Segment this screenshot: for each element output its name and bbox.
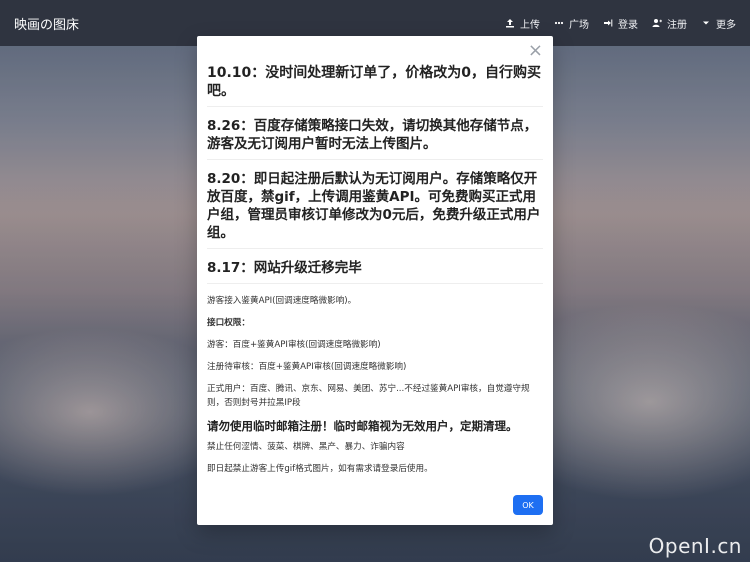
watermark-text: OpenI.cn [648,534,742,558]
caret-down-icon [701,18,711,28]
nav-square-label: 广场 [569,19,589,31]
nav-more-label: 更多 [716,19,736,31]
ok-button[interactable]: OK [513,495,543,515]
nav-more[interactable]: 更多 [701,16,736,31]
user-plus-icon [652,18,662,28]
notice-paragraph: 游客：百度+鉴黄API审核(回调速度略微影响) [207,340,381,350]
notice-paragraph: 游客接入鉴黄API(回调速度略微影响)。 [207,296,357,306]
nav-upload-label: 上传 [520,19,540,31]
modal-content: 10.10：没时间处理新订单了，价格改为0，自行购买吧。 8.26：百度存储策略… [207,64,543,515]
nav-menu: 上传 广场 登录 注册 更多 [505,16,736,31]
notice-paragraph: 接口权限： [207,318,250,328]
nav-square[interactable]: 广场 [554,16,589,31]
notice-paragraph: 禁止任何涩情、菠菜、棋牌、黑产、暴力、诈骗内容 [207,442,405,452]
notice-title: 10.10：没时间处理新订单了，价格改为0，自行购买吧。 [207,64,543,107]
dots-icon [554,18,564,28]
nav-login-label: 登录 [618,19,638,31]
nav-login[interactable]: 登录 [603,16,638,31]
login-icon [603,18,613,28]
nav-register[interactable]: 注册 [652,16,687,31]
nav-upload[interactable]: 上传 [505,16,540,31]
announcement-modal: × 10.10：没时间处理新订单了，价格改为0，自行购买吧。 8.26：百度存储… [197,36,553,525]
notice-paragraph: 注册待审核：百度+鉴黄API审核(回调速度略微影响) [207,362,407,372]
notice-title: 8.17：网站升级迁移完毕 [207,259,543,284]
notice-title: 8.26：百度存储策略接口失效，请切换其他存储节点，游客及无订阅用户暂时无法上传… [207,117,543,160]
notice-paragraph: 即日起禁止游客上传gif格式图片，如有需求请登录后使用。 [207,464,433,474]
warning-text: 请勿使用临时邮箱注册！临时邮箱视为无效用户，定期清理。 [207,419,518,433]
upload-icon [505,18,515,28]
site-brand[interactable]: 映画の图床 [14,14,79,33]
notice-paragraph: 正式用户：百度、腾讯、京东、网易、美团、苏宁...不经过鉴黄API审核，自觉遵守… [207,384,530,408]
notice-title: 8.20：即日起注册后默认为无订阅用户。存储策略仅开放百度，禁gif，上传调用鉴… [207,170,543,249]
nav-register-label: 注册 [667,19,687,31]
close-icon[interactable]: × [528,42,543,60]
